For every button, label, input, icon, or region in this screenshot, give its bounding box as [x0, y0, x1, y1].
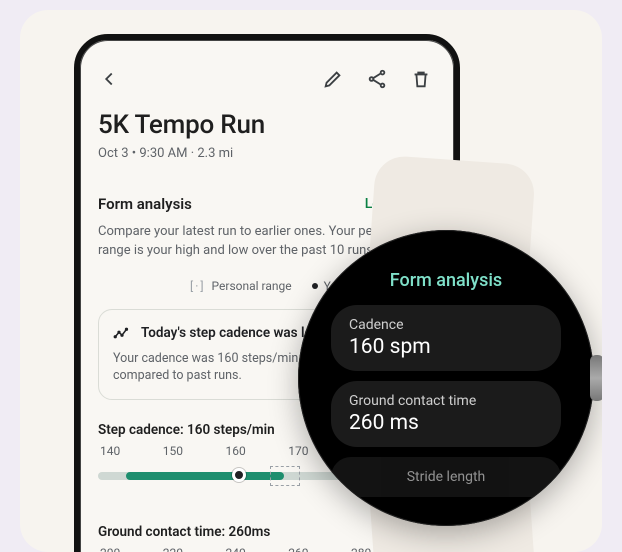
section-label: Form analysis [98, 195, 192, 213]
cadence-you-marker [232, 468, 246, 482]
watch-metric-label: Stride length [349, 469, 543, 485]
watch-face: Form analysis Cadence 160 spm Ground con… [298, 230, 594, 526]
edit-icon[interactable] [322, 68, 344, 90]
watch-metric-value: 160 spm [349, 335, 543, 359]
delete-icon[interactable] [410, 68, 432, 90]
watch-metric-label: Ground contact time [349, 393, 543, 409]
watch-metric-cadence[interactable]: Cadence 160 spm [331, 305, 561, 371]
watch-metric-gct[interactable]: Ground contact time 260 ms [331, 381, 561, 447]
watch-metric-label: Cadence [349, 317, 543, 333]
watch-metric-value: 260 ms [349, 411, 543, 435]
watch-metric-stride[interactable]: Stride length [331, 457, 561, 497]
phone-topbar [98, 58, 436, 100]
legend-personal-range: [·]Personal range [190, 279, 292, 293]
watch-title: Form analysis [390, 270, 502, 291]
workout-subtitle: Oct 3 • 9:30 AM · 2.3 mi [98, 146, 436, 161]
trend-icon [113, 324, 131, 342]
insight-headline: Today's step cadence was low [141, 325, 322, 341]
back-arrow-icon[interactable] [98, 68, 120, 90]
topbar-actions [322, 68, 432, 90]
cadence-range-bracket [270, 466, 300, 486]
share-icon[interactable] [366, 68, 388, 90]
cadence-personal-range [126, 472, 284, 480]
promo-card: 5K Tempo Run Oct 3 • 9:30 AM · 2.3 mi Fo… [20, 10, 602, 552]
watch-frame: Form analysis Cadence 160 spm Ground con… [298, 230, 594, 526]
workout-title: 5K Tempo Run [98, 110, 436, 140]
